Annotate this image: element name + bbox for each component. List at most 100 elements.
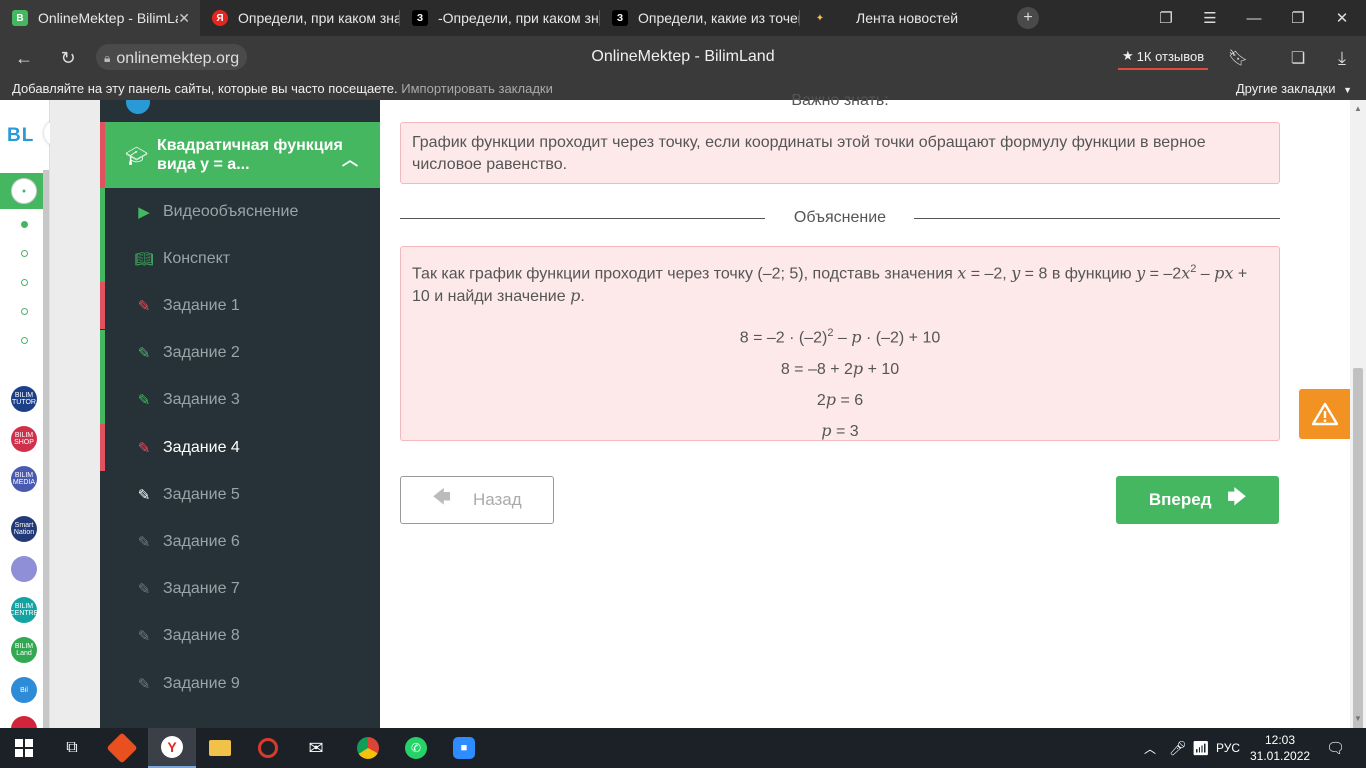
scroll-up-icon[interactable]: ▲ [1354, 104, 1362, 113]
minimize-button[interactable]: — [1232, 0, 1276, 36]
download-icon: ⤓ [1338, 47, 1346, 68]
reading-list-button[interactable]: ❏ [1284, 44, 1312, 72]
bilim-app-icon[interactable]: BILIM TUTOR [11, 386, 37, 412]
edit-icon: ✎ [137, 533, 151, 551]
lesson-item[interactable]: ✎ Задание 7 [100, 566, 380, 613]
network-tray[interactable]: 📶︎ [1192, 728, 1210, 768]
important-heading: Важно знать: [791, 92, 889, 109]
lesson-item[interactable]: ✎ Задание 2 [100, 329, 380, 377]
language-indicator[interactable]: РУС [1216, 728, 1240, 768]
bilim-app-icon[interactable]: BILIM CENTRE [10, 597, 38, 623]
reload-button[interactable]: ↻ [54, 44, 82, 72]
lesson-item[interactable]: ✎ Задание 5 [100, 471, 380, 518]
sidebar-scrollbar[interactable] [43, 170, 49, 730]
bilim-app-icon[interactable] [11, 556, 37, 582]
taskbar-app-tool[interactable] [98, 728, 146, 768]
taskbar-whatsapp[interactable]: ✆ [392, 728, 440, 768]
tab-title: Определи, при каком зна [238, 10, 400, 26]
minimize-icon: — [1246, 9, 1262, 27]
equation-steps: 8 = –2 · (–2)2 – p · (–2) + 10 8 = –8 + 2… [412, 318, 1268, 446]
lesson-label: Задание 9 [163, 674, 240, 692]
book-icon: 📖︎ [134, 250, 154, 268]
report-problem-button[interactable] [1299, 389, 1350, 439]
back-nav-button[interactable]: ← [10, 44, 38, 72]
previous-chapter-item[interactable] [100, 100, 380, 122]
show-hidden-icons-button[interactable]: ︿ [1144, 728, 1156, 768]
reviews-button[interactable]: ★ 1К отзывов [1118, 44, 1209, 70]
page-scrollbar[interactable]: ▲ ▼ [1350, 100, 1366, 740]
scrollbar-thumb[interactable] [1353, 368, 1363, 740]
lesson-label: Задание 2 [163, 344, 240, 362]
clock[interactable]: 12:03 31.01.2022 [1250, 732, 1310, 764]
new-tab-button[interactable]: + [1006, 0, 1050, 36]
lesson-item[interactable]: ▶ Видеообъяснение [100, 188, 380, 235]
tab-znanija-1[interactable]: З -Определи, при каком зна [400, 0, 600, 36]
lesson-item[interactable]: 📖︎ Конспект [100, 235, 380, 283]
bilim-app-icon[interactable]: Bil [11, 677, 37, 703]
chrome-icon [357, 737, 379, 759]
close-icon[interactable]: ✕ [178, 10, 190, 27]
nav-dot[interactable] [21, 221, 28, 228]
lesson-item[interactable]: ✎ Задание 3 [100, 376, 380, 424]
lesson-label: Задание 5 [163, 485, 240, 503]
bookmark-button[interactable]: 🔖︎ [1224, 44, 1252, 72]
nav-dot[interactable] [21, 308, 28, 315]
math-var: y [1011, 263, 1021, 283]
equation-line: 2p = 6 [412, 385, 1268, 416]
lesson-item[interactable]: ✎ Задание 9 [100, 660, 380, 707]
whatsapp-icon: ✆ [405, 737, 427, 759]
tab-news-feed[interactable]: ✦ Лента новостей [800, 0, 1000, 36]
close-window-button[interactable]: ✕ [1320, 0, 1364, 36]
lesson-item[interactable]: ✎ Задание 6 [100, 518, 380, 565]
bilim-app-icon[interactable]: BILIM SHOP [11, 426, 37, 452]
fact-text: График функции проходит через точку, есл… [412, 134, 1206, 173]
restore-button[interactable]: ❐ [1276, 0, 1320, 36]
edit-icon: ✎ [137, 628, 151, 646]
task-view-icon: ⧉ [66, 739, 78, 756]
downloads-button[interactable]: ⤓ [1328, 44, 1356, 72]
nav-dot[interactable] [21, 250, 28, 257]
tab-collections-button[interactable]: ❐ [1144, 0, 1188, 36]
lesson-item[interactable]: ✎ Задание 8 [100, 613, 380, 660]
tab-yandex[interactable]: Я Определи, при каком зна [200, 0, 400, 36]
scroll-down-icon[interactable]: ▼ [1354, 714, 1362, 723]
text-run: = 6 [836, 391, 864, 409]
nav-dot[interactable] [21, 337, 28, 344]
bilim-app-icon[interactable]: Smart Nation [11, 516, 37, 542]
notifications-button[interactable]: 🗨︎ [1326, 728, 1345, 768]
math-var: p [825, 389, 836, 409]
taskbar-mail[interactable]: ✉ [292, 728, 340, 768]
wifi-icon: 📶︎ [1192, 739, 1210, 756]
equation-line: p = 3 [412, 416, 1268, 447]
nav-dot[interactable] [21, 279, 28, 286]
taskbar-file-explorer[interactable] [196, 728, 244, 768]
lesson-label: Задание 8 [163, 627, 240, 645]
tab-onlinemektep[interactable]: B OnlineMektep - BilimLand ✕ [0, 0, 200, 36]
chapter-header[interactable]: 🎓︎ Квадратичная функция вида y = a... ︿ [100, 122, 380, 188]
taskbar-chrome[interactable] [344, 728, 392, 768]
page-margin [50, 100, 100, 728]
taskbar-zoom[interactable]: ■ [440, 728, 488, 768]
lesson-item[interactable]: ✎ Задание 1 [100, 282, 380, 330]
text-run: = –2 [1145, 265, 1182, 283]
bilim-app-icon[interactable]: BILIM MEDIA [11, 466, 37, 492]
menu-button[interactable]: ☰ [1188, 0, 1232, 36]
lesson-label: Задание 3 [163, 391, 240, 409]
math-var: y [1136, 263, 1146, 283]
plus-icon: + [1017, 7, 1039, 29]
bilim-app-icon[interactable]: BILIM Land [11, 637, 37, 663]
tab-znanija-2[interactable]: З Определи, какие из точек [600, 0, 800, 36]
next-button[interactable]: Вперед 🡆 [1116, 476, 1279, 524]
microphone-tray[interactable]: 🎤︎ [1169, 728, 1187, 768]
znanija-favicon-icon: З [412, 10, 428, 26]
online-mektep-app-icon[interactable]: ● [11, 178, 37, 204]
text-run: – [1196, 265, 1215, 283]
back-button[interactable]: 🡄 Назад [400, 476, 554, 524]
taskbar-app[interactable] [244, 728, 292, 768]
app-icon [258, 738, 278, 758]
lesson-item[interactable]: ✎ Задание 4 [100, 424, 380, 471]
start-button[interactable] [0, 728, 48, 768]
taskbar-yandex-browser[interactable]: Y [148, 728, 196, 768]
task-view-button[interactable]: ⧉ [48, 728, 96, 768]
url-field[interactable]: 🔒︎ onlinemektep.org [96, 44, 248, 70]
